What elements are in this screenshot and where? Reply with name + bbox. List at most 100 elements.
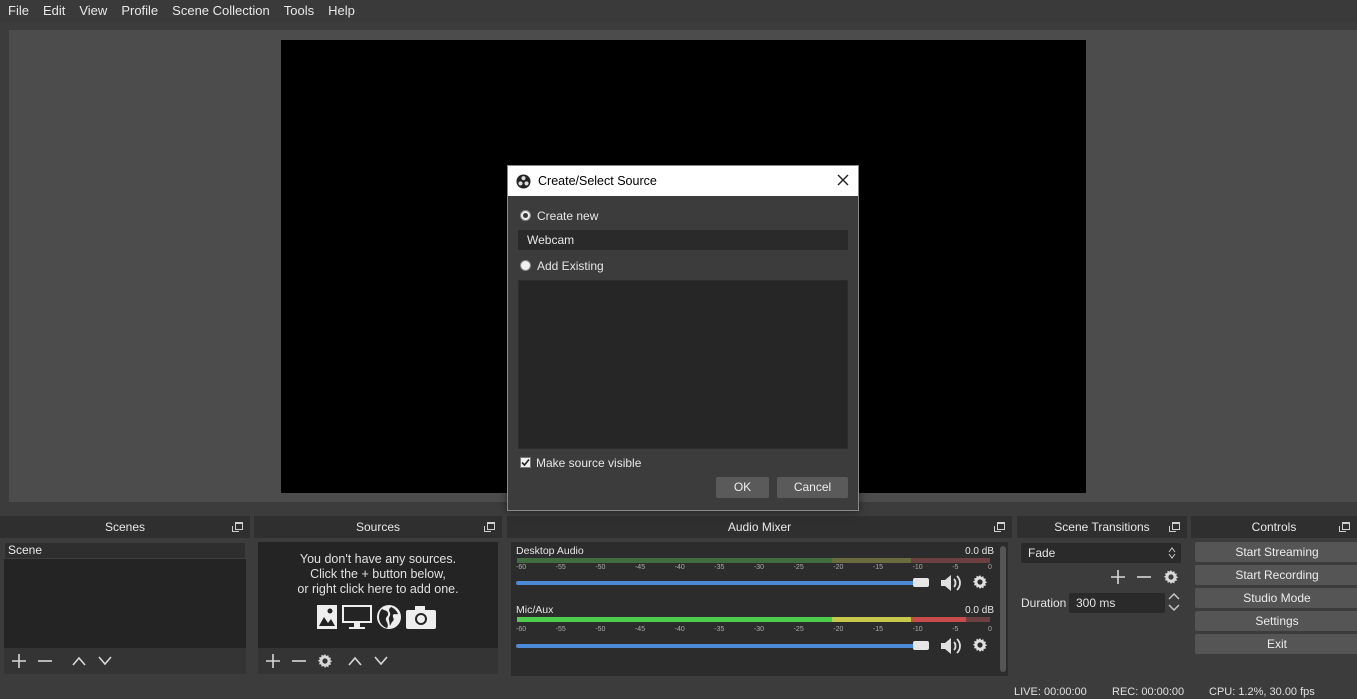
- scale-tick-label: -50: [595, 564, 606, 571]
- meter-zone: [517, 558, 833, 563]
- scale-tick-label: 0: [987, 564, 992, 571]
- settings-button[interactable]: Settings: [1195, 611, 1357, 631]
- source-name-input[interactable]: [518, 230, 848, 250]
- scale-tick-label: -5: [952, 626, 959, 633]
- add-source-button[interactable]: [262, 650, 284, 672]
- scale-tick-label: -35: [714, 626, 725, 633]
- scale-tick-label: -5: [952, 564, 959, 571]
- move-up-button[interactable]: [68, 650, 90, 672]
- scale-tick-label: -15: [872, 564, 884, 571]
- source-properties-gear-icon[interactable]: [314, 650, 336, 672]
- menu-edit[interactable]: Edit: [36, 0, 72, 22]
- remove-scene-button[interactable]: [34, 650, 56, 672]
- remove-transition-button[interactable]: [1137, 570, 1151, 584]
- speaker-icon[interactable]: [940, 573, 964, 593]
- mic-aux-db: 0.0 dB: [965, 605, 994, 616]
- move-down-button[interactable]: [94, 650, 116, 672]
- ok-button[interactable]: OK: [716, 477, 769, 498]
- create-new-label: Create new: [537, 209, 599, 223]
- empty-line-1: You don't have any sources.: [299, 552, 457, 566]
- cancel-button[interactable]: Cancel: [777, 477, 848, 498]
- scale-tick-label: -10: [912, 626, 923, 633]
- scale-tick-label: -35: [714, 564, 725, 571]
- mic-aux-label: Mic/Aux: [516, 604, 554, 616]
- float-dock-icon[interactable]: [232, 522, 243, 532]
- gear-icon[interactable]: [972, 574, 988, 590]
- add-existing-radio[interactable]: [520, 260, 531, 271]
- menu-file[interactable]: File: [1, 0, 36, 22]
- float-dock-icon[interactable]: [484, 522, 495, 532]
- duration-spinner[interactable]: [1167, 591, 1181, 613]
- controls-dock: Controls Start Streaming Start Recording…: [1191, 516, 1357, 678]
- sources-dock: Sources You don't have any sources. Clic…: [254, 516, 502, 678]
- mixer-scrollbar[interactable]: [1000, 546, 1006, 672]
- scale-tick-label: -25: [793, 626, 804, 633]
- sources-dock-title: Sources: [254, 516, 502, 538]
- desktop-audio-db: 0.0 dB: [965, 546, 994, 557]
- scenes-dock-title: Scenes: [0, 516, 250, 538]
- remove-source-button[interactable]: [288, 650, 310, 672]
- checkmark-icon: [521, 458, 530, 467]
- exit-button[interactable]: Exit: [1195, 634, 1357, 654]
- camera-icon: [406, 606, 436, 629]
- scale-tick-label: -25: [793, 564, 804, 571]
- obs-logo-icon: [516, 173, 531, 189]
- desktop-audio-volume-slider[interactable]: [516, 581, 928, 585]
- create-new-radio[interactable]: [520, 210, 531, 221]
- dialog-titlebar: Create/Select Source: [508, 166, 858, 196]
- start-streaming-button[interactable]: Start Streaming: [1195, 542, 1357, 562]
- gear-icon[interactable]: [972, 637, 988, 653]
- transition-select[interactable]: Fade: [1021, 543, 1181, 563]
- duration-input[interactable]: 300 ms: [1069, 593, 1165, 613]
- scale-tick-label: 0: [987, 626, 992, 633]
- menu-help[interactable]: Help: [321, 0, 362, 22]
- slider-handle[interactable]: [913, 578, 929, 587]
- scenes-dock: Scenes Scene: [0, 516, 250, 678]
- transition-selected: Fade: [1028, 546, 1056, 560]
- scale-tick-label: -60: [516, 564, 527, 571]
- sources-toolbar: [258, 648, 498, 674]
- scale-tick-label: -20: [833, 626, 844, 633]
- scale-tick-label: -15: [872, 626, 884, 633]
- menu-scene-collection[interactable]: Scene Collection: [165, 0, 277, 22]
- scale-tick-label: -45: [634, 564, 646, 571]
- float-dock-icon[interactable]: [994, 522, 1005, 532]
- studio-mode-button[interactable]: Studio Mode: [1195, 588, 1357, 608]
- float-dock-icon[interactable]: [1169, 522, 1180, 532]
- audio-mixer-dock: Audio Mixer Desktop Audio 0.0 dB -60 -55 -…: [507, 516, 1012, 678]
- obs-window: File Edit View Profile Scene Collection …: [0, 0, 1357, 699]
- controls-title: Controls: [1191, 516, 1357, 538]
- close-icon[interactable]: [836, 173, 850, 187]
- float-dock-icon[interactable]: [1339, 522, 1350, 532]
- scale-tick-label: -30: [753, 564, 765, 571]
- list-item[interactable]: Scene: [4, 542, 246, 559]
- move-down-button[interactable]: [370, 650, 392, 672]
- desktop-audio-label: Desktop Audio: [516, 545, 584, 557]
- speaker-icon[interactable]: [940, 636, 964, 656]
- transitions-title: Scene Transitions: [1017, 516, 1187, 538]
- no-sources-message: You don't have any sources. Click the + …: [258, 552, 498, 597]
- scene-list[interactable]: Scene: [4, 542, 246, 648]
- meter-level: [911, 617, 967, 622]
- status-bar: LIVE: 00:00:00 REC: 00:00:00 CPU: 1.2%, …: [0, 686, 1357, 699]
- slider-handle[interactable]: [913, 641, 929, 650]
- mic-aux-volume-slider[interactable]: [516, 644, 928, 648]
- meter-level: [832, 617, 911, 622]
- move-up-button[interactable]: [344, 650, 366, 672]
- menu-tools[interactable]: Tools: [277, 0, 321, 22]
- audio-mixer-title: Audio Mixer: [507, 516, 1012, 538]
- transition-properties-gear-icon[interactable]: [1163, 569, 1179, 585]
- meter-zone: [911, 558, 990, 563]
- add-transition-button[interactable]: [1111, 570, 1125, 584]
- scale-tick-label: -55: [555, 564, 566, 571]
- add-scene-button[interactable]: [8, 650, 30, 672]
- start-recording-button[interactable]: Start Recording: [1195, 565, 1357, 585]
- source-list[interactable]: You don't have any sources. Click the + …: [258, 542, 498, 648]
- meter-scale: -60 -55 -50 -45 -40 -35 -30 -25 -20 -15 -10 -5 0: [516, 626, 992, 633]
- menu-profile[interactable]: Profile: [114, 0, 165, 22]
- make-visible-checkbox[interactable]: [520, 457, 531, 468]
- menu-bar: File Edit View Profile Scene Collection …: [0, 0, 1357, 22]
- existing-sources-list[interactable]: [518, 280, 848, 449]
- source-type-icons: [316, 604, 437, 630]
- menu-view[interactable]: View: [72, 0, 114, 22]
